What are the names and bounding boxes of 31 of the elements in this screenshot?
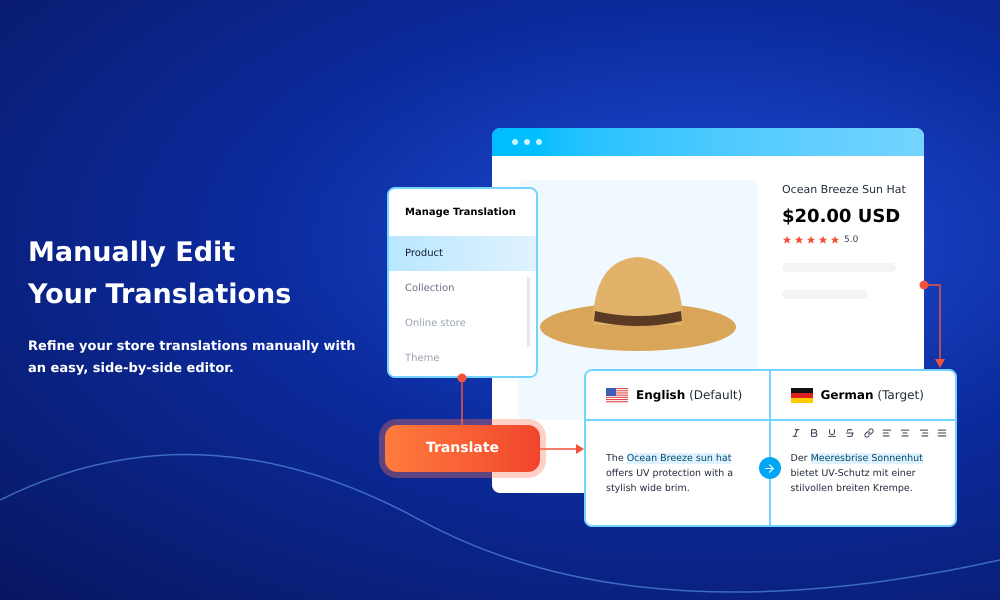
connector-line: [456, 372, 468, 426]
align-left-icon[interactable]: [882, 428, 892, 438]
menu-title: Manage Translation: [404, 206, 517, 220]
star-icon: [806, 235, 816, 246]
link-icon[interactable]: [864, 428, 874, 438]
flag-icon: [606, 388, 628, 402]
hero-subtitle: Refine your store translations manually with an easy, side-by-side editor.: [28, 338, 356, 378]
strikethrough-icon[interactable]: [845, 428, 856, 438]
star-icon: [830, 235, 840, 246]
align-center-icon[interactable]: [900, 428, 910, 438]
translate-button[interactable]: Translate: [385, 425, 540, 472]
translation-text: Der Meeresbrise Sonnenhut bietet UV-Schutz mit einer stilvollen breiten Krempe.: [790, 452, 924, 496]
italic-icon[interactable]: [790, 428, 800, 438]
connector-arrow: [540, 443, 584, 455]
bold-icon[interactable]: [808, 428, 819, 438]
align-justify-icon[interactable]: [937, 428, 947, 438]
star-icon: [818, 235, 828, 246]
language-label: English (Default): [636, 387, 742, 404]
star-icon: [794, 235, 804, 246]
product-price: $20.00 USD: [782, 204, 902, 228]
star-icon: [782, 235, 792, 246]
language-label: German (Target): [820, 387, 924, 404]
align-right-icon[interactable]: [918, 428, 929, 438]
hero-title: Manually Edit Your Translations: [28, 236, 292, 312]
product-name: Ocean Breeze Sun Hat: [782, 182, 907, 198]
arrow-right-icon: [758, 457, 780, 479]
translation-text: The Ocean Breeze sun hat offers UV protection with a stylish wide brim.: [606, 452, 734, 496]
underline-icon[interactable]: [827, 428, 838, 438]
menu-item[interactable]: Product: [389, 236, 536, 271]
rating-value: 5.0: [844, 234, 858, 246]
flag-icon: [790, 388, 812, 402]
